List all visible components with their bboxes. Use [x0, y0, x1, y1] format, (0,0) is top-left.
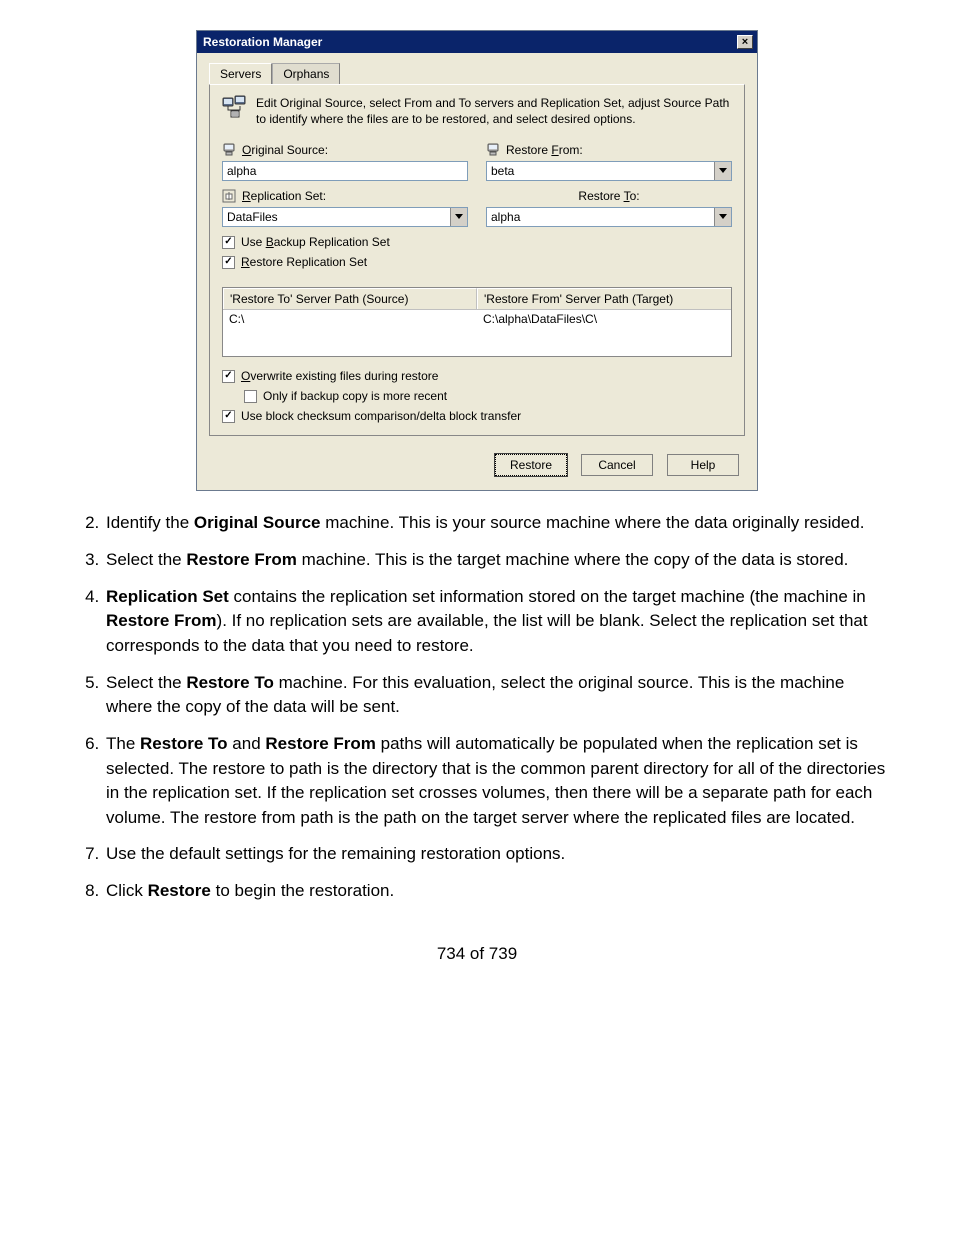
- tab-orphans[interactable]: Orphans: [272, 63, 340, 84]
- paths-header-target[interactable]: 'Restore From' Server Path (Target): [477, 288, 731, 309]
- step-7: Use the default settings for the remaini…: [104, 842, 894, 867]
- checkbox-checked-icon: ✓: [222, 370, 235, 383]
- checkbox-unchecked-icon: [244, 390, 257, 403]
- paths-header-source[interactable]: 'Restore To' Server Path (Source): [223, 288, 477, 309]
- restore-replication-set-checkbox[interactable]: ✓ Restore Replication Set: [222, 255, 732, 269]
- checkbox-checked-icon: ✓: [222, 256, 235, 269]
- dialog-title: Restoration Manager: [203, 35, 322, 49]
- page-number: 734 of 739: [60, 944, 894, 964]
- restoration-manager-dialog: Restoration Manager × ServersOrphans Edi…: [196, 30, 758, 491]
- server-icon: [222, 143, 236, 157]
- paths-list[interactable]: 'Restore To' Server Path (Source) 'Resto…: [222, 287, 732, 357]
- original-source-label: Original Source:: [222, 143, 468, 157]
- restore-to-combo[interactable]: alpha: [486, 207, 732, 227]
- only-if-recent-checkbox[interactable]: Only if backup copy is more recent: [244, 389, 732, 403]
- restore-from-combo[interactable]: beta: [486, 161, 732, 181]
- dialog-titlebar: Restoration Manager ×: [197, 31, 757, 53]
- help-button[interactable]: Help: [667, 454, 739, 476]
- step-2: Identify the Original Source machine. Th…: [104, 511, 894, 536]
- restore-from-label: Restore From:: [486, 143, 732, 157]
- paths-cell-target: C:\alpha\DataFiles\C\: [477, 310, 731, 328]
- replication-set-icon: [222, 189, 236, 203]
- server-icon: [486, 143, 500, 157]
- original-source-input[interactable]: alpha: [222, 161, 468, 181]
- use-block-checksum-checkbox[interactable]: ✓ Use block checksum comparison/delta bl…: [222, 409, 732, 423]
- paths-header: 'Restore To' Server Path (Source) 'Resto…: [223, 288, 731, 310]
- step-4: Replication Set contains the replication…: [104, 585, 894, 659]
- instruction-list: Identify the Original Source machine. Th…: [60, 511, 894, 903]
- checkbox-checked-icon: ✓: [222, 410, 235, 423]
- step-8: Click Restore to begin the restoration.: [104, 879, 894, 904]
- servers-wizard-icon: [222, 95, 246, 119]
- replication-set-combo[interactable]: DataFiles: [222, 207, 468, 227]
- servers-panel: Edit Original Source, select From and To…: [209, 84, 745, 436]
- paths-cell-source: C:\: [223, 310, 477, 328]
- cancel-button[interactable]: Cancel: [581, 454, 653, 476]
- restore-button[interactable]: Restore: [495, 454, 567, 476]
- dialog-button-bar: Restore Cancel Help: [197, 446, 757, 490]
- intro-text: Edit Original Source, select From and To…: [256, 95, 732, 127]
- tab-servers[interactable]: Servers: [209, 63, 272, 84]
- dropdown-arrow-icon[interactable]: [450, 208, 467, 226]
- restore-to-label: Restore To:: [486, 189, 732, 203]
- replication-set-label: Replication Set:: [222, 189, 468, 203]
- dropdown-arrow-icon[interactable]: [714, 162, 731, 180]
- step-6: The Restore To and Restore From paths wi…: [104, 732, 894, 831]
- close-button[interactable]: ×: [737, 35, 753, 49]
- dropdown-arrow-icon[interactable]: [714, 208, 731, 226]
- step-5: Select the Restore To machine. For this …: [104, 671, 894, 720]
- step-3: Select the Restore From machine. This is…: [104, 548, 894, 573]
- use-backup-replication-set-checkbox[interactable]: ✓ Use Backup Replication Set: [222, 235, 732, 249]
- checkbox-checked-icon: ✓: [222, 236, 235, 249]
- paths-row[interactable]: C:\ C:\alpha\DataFiles\C\: [223, 310, 731, 328]
- tab-row: ServersOrphans: [197, 53, 757, 84]
- overwrite-existing-checkbox[interactable]: ✓ Overwrite existing files during restor…: [222, 369, 732, 383]
